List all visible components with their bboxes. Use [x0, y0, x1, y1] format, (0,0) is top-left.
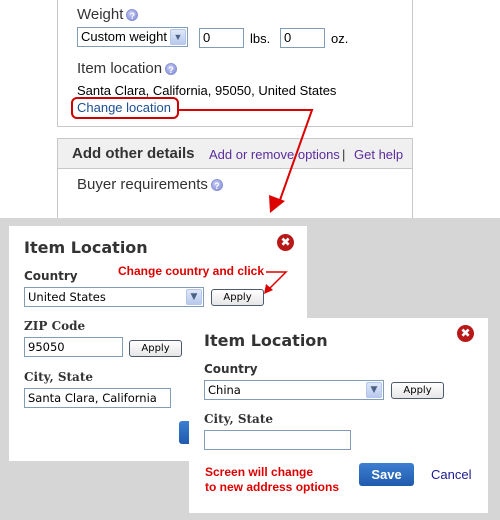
highlight-oval — [71, 97, 179, 119]
save-button[interactable]: Save — [359, 463, 414, 486]
country-label: Country — [204, 362, 258, 376]
weight-type-select[interactable]: Custom weight ▼ — [77, 27, 188, 47]
details-title: Add other details — [72, 145, 195, 162]
city-state-input[interactable]: Santa Clara, California — [24, 388, 171, 408]
dialog-title: Item Location — [24, 238, 148, 257]
weight-oz-input[interactable]: 0 — [280, 28, 325, 48]
close-icon[interactable]: ✖ — [277, 234, 294, 251]
details-body: Buyer requirements? — [57, 168, 413, 218]
get-help-link[interactable]: Get help — [354, 147, 403, 162]
add-remove-options-link[interactable]: Add or remove options — [209, 147, 340, 162]
buyer-requirements-label: Buyer requirements? — [77, 176, 223, 193]
item-location-dialog-china: Item Location ✖ Country China ▼ Apply Ci… — [189, 318, 488, 513]
city-state-input[interactable] — [204, 430, 351, 450]
weight-label: Weight? — [77, 6, 139, 23]
item-location-label: Item location? — [77, 60, 178, 77]
lbs-unit-label: lbs. — [250, 31, 271, 46]
zip-code-label: ZIP Code — [24, 319, 86, 333]
country-apply-button[interactable]: Apply — [391, 382, 444, 399]
city-state-label: City, State — [24, 370, 93, 384]
zip-code-input[interactable]: 95050 — [24, 337, 123, 357]
link-separator: | — [342, 147, 346, 162]
zip-apply-button[interactable]: Apply — [129, 340, 182, 357]
screen-change-annotation: Screen will change to new address option… — [205, 465, 340, 494]
change-country-annotation: Change country and click — [118, 264, 265, 278]
close-icon[interactable]: ✖ — [457, 325, 474, 342]
chevron-down-icon[interactable]: ▼ — [186, 289, 202, 305]
details-header: Add other details Add or remove options … — [57, 138, 413, 169]
country-select[interactable]: China ▼ — [204, 380, 384, 400]
help-icon[interactable]: ? — [165, 63, 178, 76]
country-select[interactable]: United States ▼ — [24, 287, 204, 307]
help-icon[interactable]: ? — [126, 9, 139, 22]
country-label: Country — [24, 269, 78, 283]
help-icon[interactable]: ? — [210, 179, 223, 192]
chevron-down-icon[interactable]: ▼ — [366, 382, 382, 398]
city-state-label: City, State — [204, 412, 273, 426]
oz-unit-label: oz. — [331, 31, 349, 46]
weight-lbs-input[interactable]: 0 — [199, 28, 244, 48]
item-location-value: Santa Clara, California, 95050, United S… — [77, 83, 337, 98]
cancel-link[interactable]: Cancel — [431, 467, 471, 482]
country-apply-button[interactable]: Apply — [211, 289, 264, 306]
chevron-down-icon[interactable]: ▼ — [170, 29, 186, 45]
save-button-partial[interactable] — [179, 421, 189, 444]
dialog-title: Item Location — [204, 331, 328, 350]
